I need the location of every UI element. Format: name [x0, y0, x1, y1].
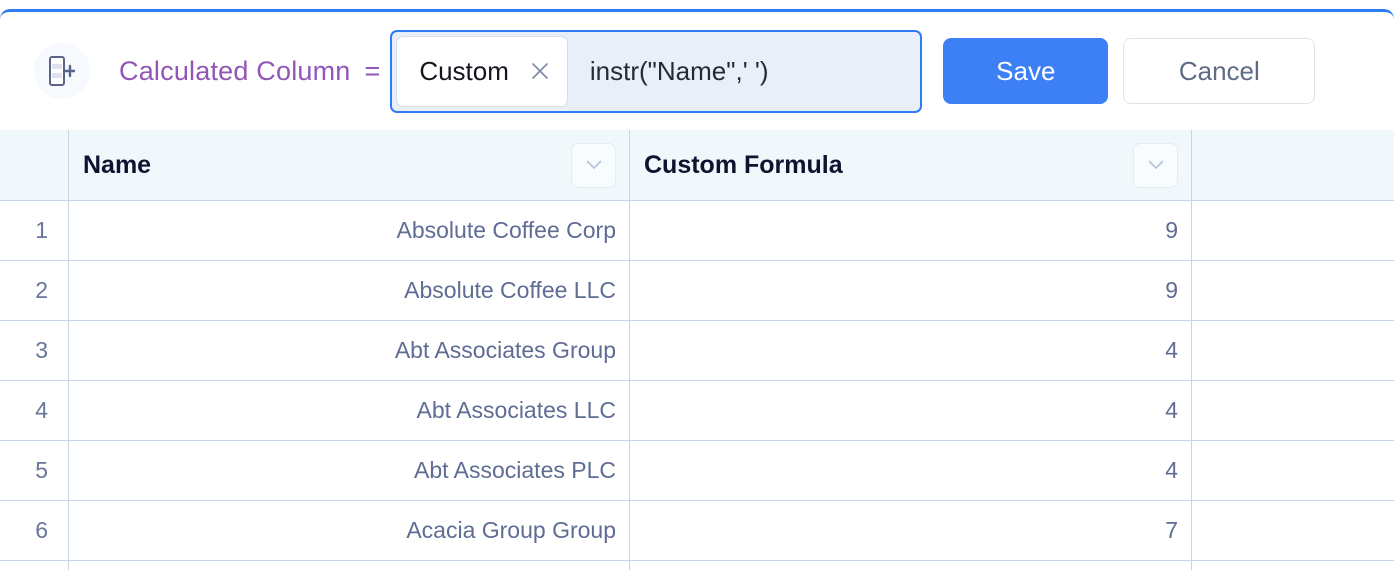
formula-input-group[interactable]: Custom instr("Name",' '): [390, 29, 923, 113]
table-row[interactable]: 6 Acacia Group Group 7: [0, 501, 1394, 561]
cell-empty[interactable]: [1192, 501, 1394, 560]
cell-empty[interactable]: [1192, 441, 1394, 500]
cell-name[interactable]: Abt Associates PLC: [69, 441, 630, 500]
column-header-label: Custom Formula: [644, 150, 843, 179]
column-header-label: Name: [83, 150, 152, 179]
chevron-down-icon[interactable]: [571, 142, 616, 188]
chevron-down-icon-svg: [586, 160, 601, 169]
table-row[interactable]: 3 Abt Associates Group 4: [0, 321, 1394, 381]
calculated-column-editor-screen: Calculated Column = Custom instr("Name",…: [0, 0, 1394, 570]
row-number: 2: [0, 261, 69, 320]
cell-empty[interactable]: [1192, 381, 1394, 440]
cell-name[interactable]: Acacia Group Group: [69, 501, 630, 560]
cell-name[interactable]: Abt Associates Group: [69, 321, 630, 380]
cell-name[interactable]: [69, 561, 630, 570]
cancel-button[interactable]: Cancel: [1123, 38, 1316, 104]
add-column-icon-svg: [49, 56, 75, 86]
table-row[interactable]: 2 Absolute Coffee LLC 9: [0, 261, 1394, 321]
add-column-icon[interactable]: [34, 43, 90, 99]
table-row[interactable]: 1 Absolute Coffee Corp 9: [0, 201, 1394, 261]
save-button[interactable]: Save: [943, 38, 1109, 104]
cell-name[interactable]: Abt Associates LLC: [69, 381, 630, 440]
chevron-down-icon-svg: [1148, 160, 1163, 169]
close-icon[interactable]: [529, 60, 551, 82]
cell-custom-formula[interactable]: 4: [630, 441, 1192, 500]
cell-name[interactable]: Absolute Coffee Corp: [69, 201, 630, 260]
cell-custom-formula[interactable]: 4: [630, 381, 1192, 440]
table-row[interactable]: 5 Abt Associates PLC 4: [0, 441, 1394, 501]
cell-custom-formula[interactable]: 4: [630, 321, 1192, 380]
cell-custom-formula[interactable]: 9: [630, 261, 1192, 320]
equals-sign: =: [364, 55, 381, 86]
row-number: 1: [0, 201, 69, 260]
formula-input[interactable]: instr("Name",' '): [590, 56, 920, 87]
table-row[interactable]: [0, 561, 1394, 570]
row-number: [0, 561, 69, 570]
chevron-down-icon[interactable]: [1133, 142, 1178, 188]
header-cell-name[interactable]: Name: [69, 130, 630, 200]
cell-empty[interactable]: [1192, 561, 1394, 570]
row-number: 4: [0, 381, 69, 440]
cell-empty[interactable]: [1192, 261, 1394, 320]
cell-empty[interactable]: [1192, 321, 1394, 380]
formula-type-label: Custom: [419, 55, 509, 86]
table-row[interactable]: 4 Abt Associates LLC 4: [0, 381, 1394, 441]
cell-custom-formula[interactable]: 7: [630, 501, 1192, 560]
cell-empty[interactable]: [1192, 201, 1394, 260]
row-number: 5: [0, 441, 69, 500]
header-cell-empty: [1192, 130, 1394, 200]
cell-custom-formula[interactable]: [630, 561, 1192, 570]
formula-type-chip[interactable]: Custom: [396, 35, 568, 107]
header-cell-rownum: [0, 130, 69, 200]
page-title: Calculated Column: [119, 55, 351, 86]
data-grid[interactable]: Name Custom Formula 1 Absolute Coffee Co…: [0, 130, 1394, 570]
cell-custom-formula[interactable]: 9: [630, 201, 1192, 260]
row-number: 3: [0, 321, 69, 380]
row-number: 6: [0, 501, 69, 560]
grid-header-row: Name Custom Formula: [0, 130, 1394, 201]
calculated-column-panel: Calculated Column = Custom instr("Name",…: [0, 9, 1394, 130]
close-icon-svg: [532, 63, 548, 79]
header-cell-custom-formula[interactable]: Custom Formula: [630, 130, 1192, 200]
cell-name[interactable]: Absolute Coffee LLC: [69, 261, 630, 320]
